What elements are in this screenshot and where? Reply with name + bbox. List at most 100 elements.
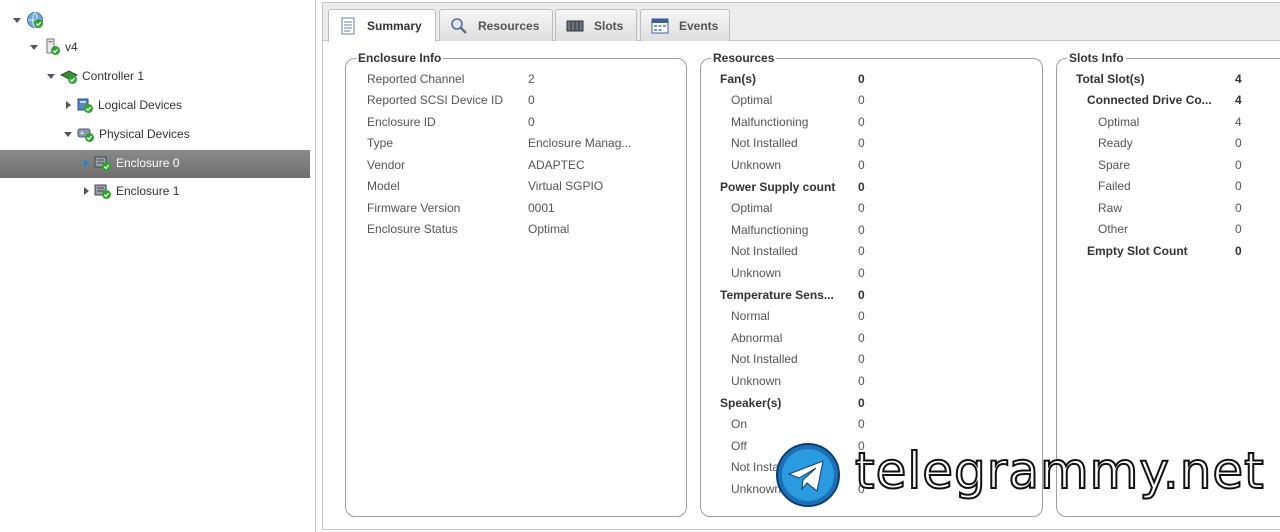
slot-value: 0: [1235, 136, 1242, 150]
enclosure-ok-icon: [94, 184, 111, 199]
resource-value: 0: [858, 223, 865, 237]
collapsed-arrow-icon[interactable]: [84, 159, 89, 167]
tree-node-enclosure-0[interactable]: Enclosure 0: [84, 150, 179, 176]
expand-arrow-icon[interactable]: [47, 73, 55, 79]
info-value: Virtual SGPIO: [528, 179, 604, 193]
tab-summary[interactable]: Summary: [328, 9, 436, 42]
resource-header: Power Supply count: [720, 180, 836, 194]
physical-devices-icon: [77, 128, 94, 142]
resource-label: Not Installed: [731, 136, 798, 150]
tree-node-controller[interactable]: Controller 1: [47, 63, 144, 89]
tab-events[interactable]: Events: [640, 9, 730, 41]
resource-value: 0: [858, 136, 865, 150]
tab-slots[interactable]: Slots: [555, 9, 637, 41]
info-value: ADAPTEC: [528, 158, 585, 172]
watermark: telegrammy.net: [775, 440, 1280, 510]
resource-value: 0: [858, 201, 865, 215]
watermark-text: telegrammy.net: [854, 441, 1265, 501]
resource-value: 0: [858, 331, 865, 345]
info-value: 0001: [528, 201, 555, 215]
slot-value: 4: [1235, 115, 1242, 129]
resource-value: 0: [858, 180, 865, 194]
enclosure-ok-icon: [94, 156, 111, 171]
resource-label: Not Insta: [731, 460, 780, 474]
tree-node-label: Logical Devices: [98, 98, 183, 112]
tree-node-label: Enterprise View: [48, 13, 132, 27]
telegram-logo-icon: [776, 443, 840, 507]
calendar-icon: [651, 18, 669, 33]
group-title: Enclosure Info: [356, 51, 444, 65]
resource-value: 0: [858, 115, 865, 129]
info-label: Model: [367, 179, 400, 193]
slot-label: Optimal: [1098, 115, 1140, 129]
info-value: Enclosure Manag...: [528, 136, 632, 150]
tree-node-system[interactable]: v4: [30, 34, 78, 60]
device-tree: Enterprise View v4 Controller 1 Logical …: [0, 0, 316, 532]
slot-label: Spare: [1098, 158, 1131, 172]
resource-label: Unknown: [731, 266, 782, 280]
tree-node-enclosure-1[interactable]: Enclosure 1: [84, 178, 179, 204]
resource-value: 0: [858, 93, 865, 107]
resource-value: 0: [858, 352, 865, 366]
slot-value: 0: [1235, 179, 1242, 193]
slot-value: 0: [1235, 201, 1242, 215]
slot-value: 0: [1235, 158, 1242, 172]
info-label: Vendor: [367, 158, 406, 172]
tree-node-label: Enclosure 0: [116, 156, 180, 170]
info-label: Reported Channel: [367, 72, 465, 86]
resource-header: Speaker(s): [720, 396, 782, 410]
expand-arrow-icon[interactable]: [64, 131, 72, 137]
tab-label: Slots: [594, 18, 624, 33]
info-value: Optimal: [528, 222, 570, 236]
resource-label: Not Installed: [731, 352, 798, 366]
resource-header: Temperature Sens...: [720, 288, 834, 302]
info-value: 0: [528, 93, 535, 107]
tab-resources[interactable]: Resources: [439, 9, 553, 41]
resource-label: Unknown: [731, 374, 782, 388]
group-title: Slots Info: [1067, 51, 1126, 65]
info-label: Enclosure Status: [367, 222, 458, 236]
slot-label: Failed: [1098, 179, 1131, 193]
resource-label: Malfunctioning: [731, 223, 809, 237]
resource-value: 0: [858, 417, 865, 431]
resource-value: 0: [858, 374, 865, 388]
resource-value: 0: [858, 396, 865, 410]
resource-label: Not Installed: [731, 244, 798, 258]
resource-value: 0: [858, 266, 865, 280]
expand-arrow-icon[interactable]: [30, 44, 38, 50]
info-label: Firmware Version: [367, 201, 461, 215]
slot-label: Raw: [1098, 201, 1123, 215]
resource-label: On: [731, 417, 748, 431]
slots-icon: [566, 20, 584, 31]
collapsed-arrow-icon[interactable]: [84, 187, 89, 195]
tab-label: Events: [679, 18, 719, 33]
collapsed-arrow-icon[interactable]: [66, 101, 71, 109]
info-label: Reported SCSI Device ID: [367, 93, 504, 107]
group-title: Resources: [711, 51, 777, 65]
document-icon: [341, 17, 355, 35]
tree-node-label: Physical Devices: [99, 127, 190, 141]
tree-node-logical-devices[interactable]: Logical Devices: [66, 92, 182, 118]
resource-label: Unknown: [731, 482, 782, 496]
expand-arrow-icon[interactable]: [13, 17, 21, 23]
resource-value: 0: [858, 244, 865, 258]
resource-value: 0: [858, 72, 865, 86]
slot-label: Ready: [1098, 136, 1133, 150]
enterprise-globe-icon: [27, 12, 43, 28]
tab-bar: Summary Resources Slots Events: [323, 3, 1280, 42]
resource-header: Fan(s): [720, 72, 756, 86]
tree-node-label: Enclosure 1: [116, 184, 180, 198]
resource-label: Unknown: [731, 158, 782, 172]
slot-value: 4: [1235, 93, 1242, 107]
slot-label: Connected Drive Co...: [1087, 93, 1212, 107]
magnifier-icon: [451, 17, 467, 34]
info-value: 2: [528, 72, 535, 86]
tree-node-enterprise-view[interactable]: Enterprise View: [13, 7, 132, 33]
resource-value: 0: [858, 288, 865, 302]
slot-value: 0: [1235, 244, 1242, 258]
slot-value: 0: [1235, 222, 1242, 236]
tab-label: Summary: [367, 19, 422, 33]
info-label: Enclosure ID: [367, 115, 436, 129]
tree-node-physical-devices[interactable]: Physical Devices: [64, 121, 190, 147]
resource-value: 0: [858, 158, 865, 172]
